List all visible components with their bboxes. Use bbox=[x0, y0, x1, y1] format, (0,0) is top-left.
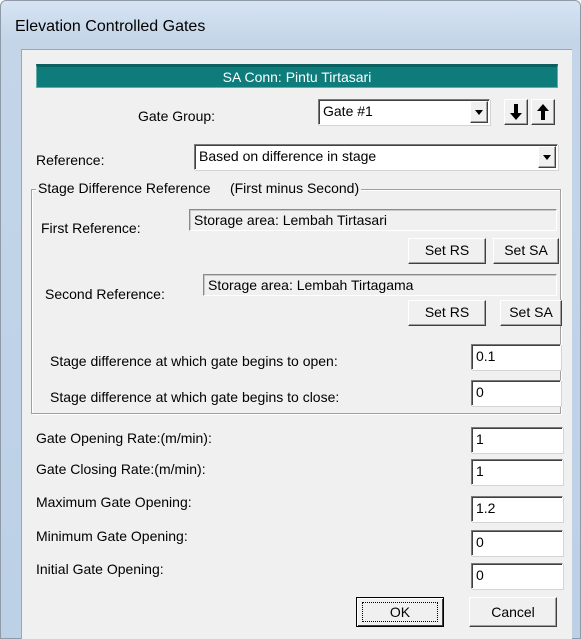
open-threshold-label: Stage difference at which gate begins to… bbox=[50, 353, 338, 369]
reference-dropdown-button[interactable] bbox=[538, 146, 556, 168]
second-reference-field: Storage area: Lembah Tirtagama bbox=[203, 274, 557, 296]
stage-difference-title: Stage Difference Reference (First minus … bbox=[36, 180, 362, 196]
reference-label: Reference: bbox=[36, 152, 105, 168]
max-opening-input[interactable]: 1.2 bbox=[471, 496, 563, 522]
reference-select[interactable]: Based on difference in stage bbox=[194, 144, 558, 170]
move-up-button[interactable] bbox=[531, 99, 555, 125]
initial-opening-label: Initial Gate Opening: bbox=[36, 561, 164, 577]
arrow-up-icon bbox=[537, 104, 549, 120]
min-opening-input[interactable]: 0 bbox=[471, 530, 563, 556]
ok-button[interactable]: OK bbox=[356, 597, 444, 627]
title-bar[interactable]: Elevation Controlled Gates bbox=[1, 1, 580, 49]
initial-opening-value: 0 bbox=[476, 567, 484, 583]
min-opening-value: 0 bbox=[476, 534, 484, 550]
close-threshold-input[interactable]: 0 bbox=[471, 380, 561, 406]
connection-banner: SA Conn: Pintu Tirtasari bbox=[36, 64, 558, 88]
close-threshold-value: 0 bbox=[476, 384, 484, 400]
chevron-down-icon bbox=[475, 110, 483, 115]
second-set-rs-button[interactable]: Set RS bbox=[408, 300, 486, 326]
gate-group-value: Gate #1 bbox=[323, 103, 373, 119]
second-set-sa-button[interactable]: Set SA bbox=[500, 300, 562, 326]
first-reference-label: First Reference: bbox=[41, 220, 141, 236]
move-down-button[interactable] bbox=[504, 99, 528, 125]
window-title: Elevation Controlled Gates bbox=[15, 18, 206, 35]
gate-group-dropdown-button[interactable] bbox=[470, 101, 488, 123]
initial-opening-input[interactable]: 0 bbox=[471, 563, 563, 589]
open-threshold-input[interactable]: 0.1 bbox=[471, 344, 561, 370]
opening-rate-input[interactable]: 1 bbox=[471, 427, 563, 453]
second-reference-label: Second Reference: bbox=[45, 286, 165, 302]
arrow-down-icon bbox=[510, 104, 522, 120]
closing-rate-input[interactable]: 1 bbox=[471, 459, 563, 485]
first-set-sa-button[interactable]: Set SA bbox=[493, 238, 559, 264]
chevron-down-icon bbox=[543, 155, 551, 160]
first-set-rs-button[interactable]: Set RS bbox=[408, 238, 486, 264]
focus-rectangle bbox=[362, 602, 438, 622]
max-opening-label: Maximum Gate Opening: bbox=[36, 494, 192, 510]
max-opening-value: 1.2 bbox=[476, 500, 496, 516]
first-reference-field: Storage area: Lembah Tirtasari bbox=[189, 209, 557, 231]
close-threshold-label: Stage difference at which gate begins to… bbox=[50, 389, 340, 405]
cancel-button[interactable]: Cancel bbox=[469, 597, 557, 627]
dialog-window: Elevation Controlled Gates SA Conn: Pint… bbox=[0, 0, 581, 639]
min-opening-label: Minimum Gate Opening: bbox=[36, 528, 188, 544]
open-threshold-value: 0.1 bbox=[476, 348, 496, 364]
opening-rate-label: Gate Opening Rate:(m/min): bbox=[36, 430, 212, 446]
closing-rate-label: Gate Closing Rate:(m/min): bbox=[36, 461, 206, 477]
closing-rate-value: 1 bbox=[476, 463, 484, 479]
gate-group-label: Gate Group: bbox=[138, 108, 216, 124]
reference-value: Based on difference in stage bbox=[199, 148, 377, 164]
gate-group-select[interactable]: Gate #1 bbox=[318, 99, 490, 125]
opening-rate-value: 1 bbox=[476, 431, 484, 447]
dialog-body: SA Conn: Pintu Tirtasari Gate Group: Gat… bbox=[21, 49, 572, 639]
